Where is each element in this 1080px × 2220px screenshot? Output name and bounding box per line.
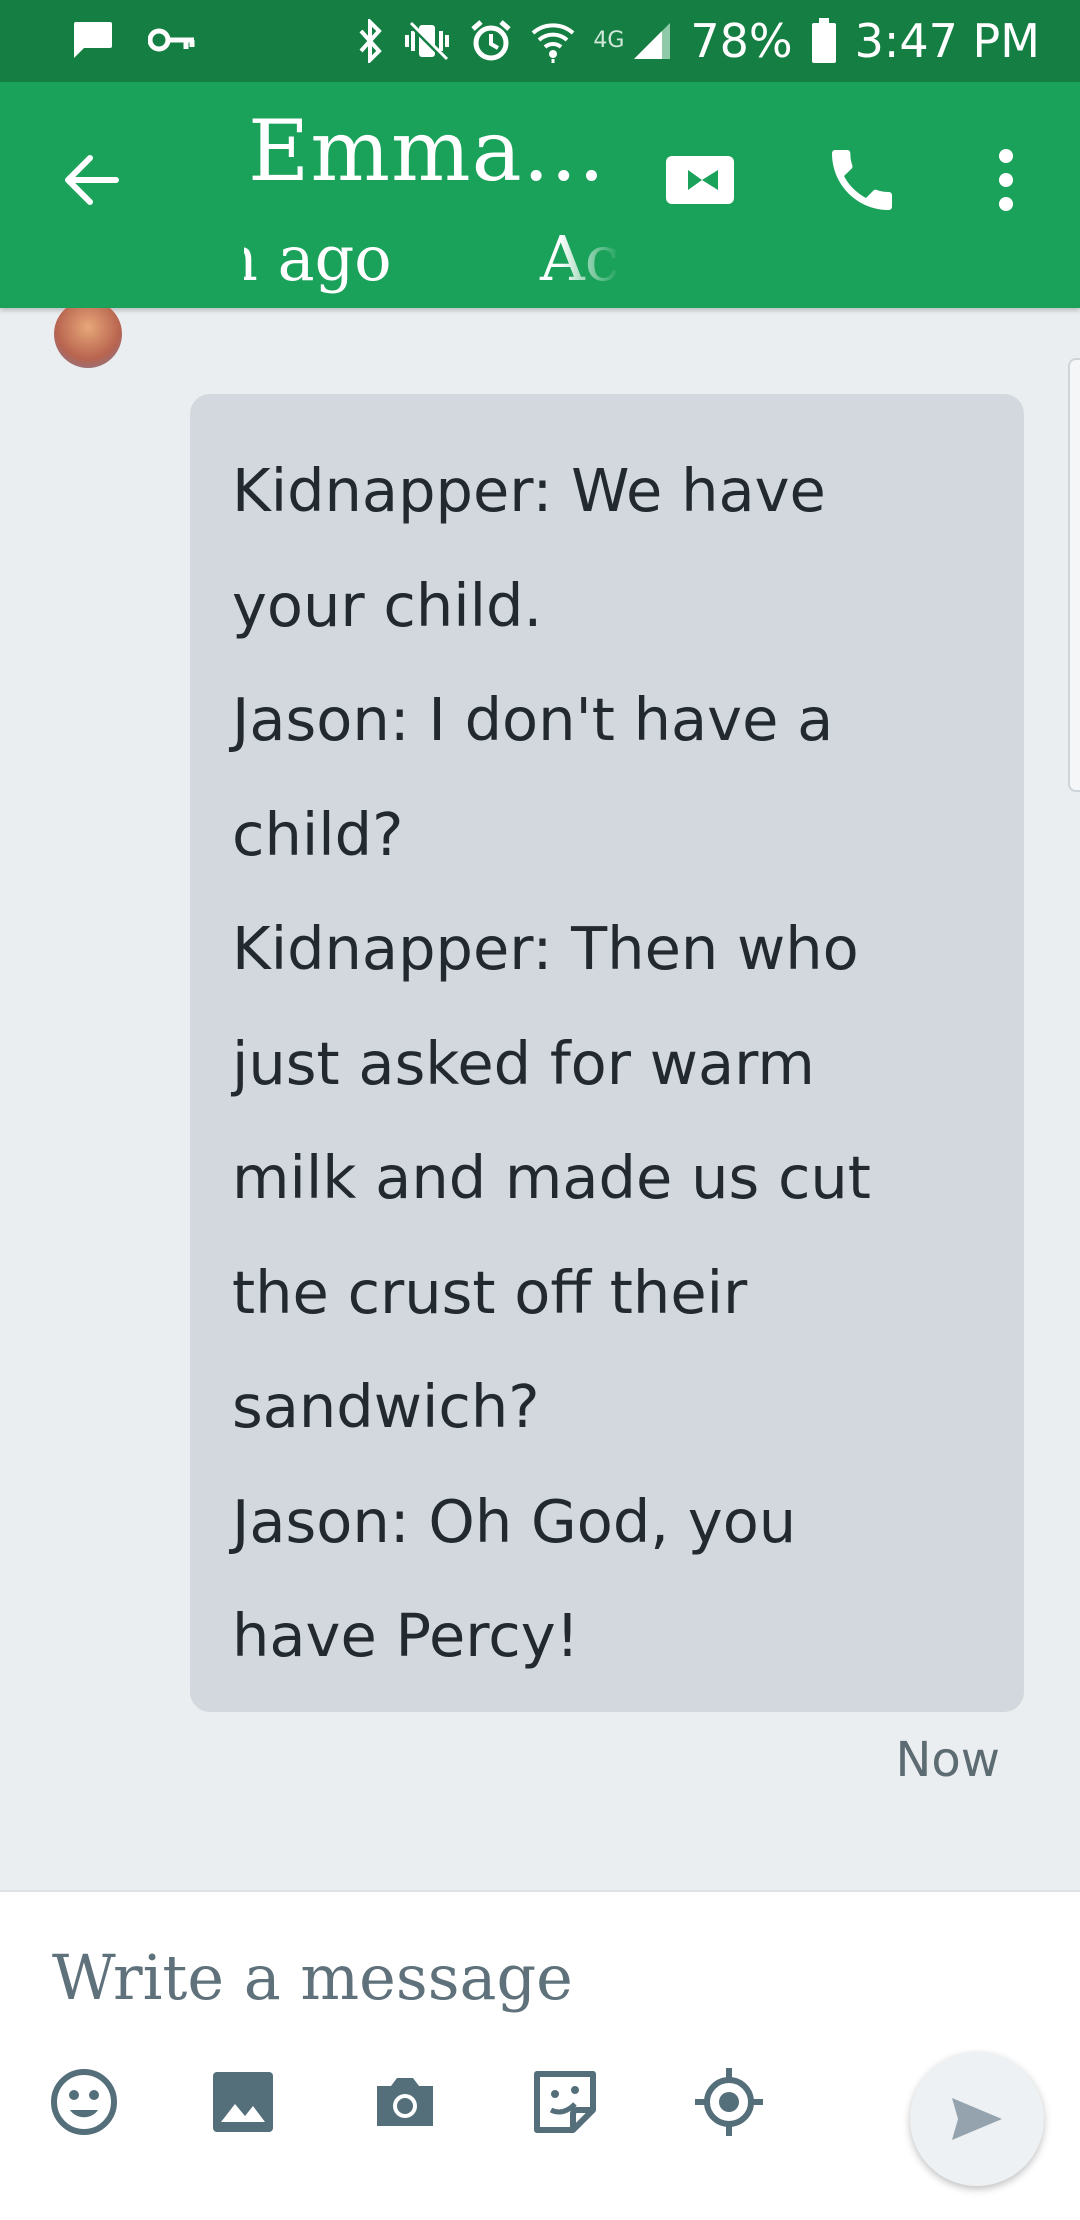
message-bubble[interactable]: Kidnapper: We have your child. Jason: I … [190,394,1024,1712]
emoji-icon [44,2062,124,2142]
status-bar: 4G 78% 3:47 PM [0,0,1080,82]
more-options-button[interactable] [982,140,1030,220]
conversation-title[interactable]: Emma... h ago Ac [244,102,620,302]
location-icon [689,2062,769,2142]
camera-icon [365,2062,445,2142]
phone-icon [822,150,902,224]
message-timestamp: Now [895,1732,1000,1788]
battery-icon [811,18,837,64]
image-button[interactable] [203,2062,283,2142]
back-button[interactable] [56,144,128,216]
back-arrow-icon [56,155,128,220]
bluetooth-icon [357,19,385,63]
send-button[interactable] [910,2052,1044,2186]
phone-call-button[interactable] [822,140,902,220]
location-button[interactable] [689,2062,769,2142]
video-call-button[interactable] [662,142,738,218]
contact-name: Emma... [248,102,606,200]
avatar-clip [0,308,200,368]
status-left [70,20,196,60]
message-text: Kidnapper: We have your child. Jason: I … [232,456,871,1670]
scrollbar[interactable] [1068,358,1080,792]
app-bar: Emma... h ago Ac [0,82,1080,308]
emoji-button[interactable] [44,2062,124,2142]
image-icon [203,2062,283,2142]
video-call-icon [662,156,738,222]
message-icon [70,20,114,60]
wifi-icon [531,19,575,63]
signal-icon [632,21,672,61]
network-type: 4G [593,28,625,53]
message-input[interactable] [52,1932,872,2022]
alarm-icon [469,19,513,63]
status-right: 4G 78% 3:47 PM [357,12,1040,70]
sticker-button[interactable] [525,2062,605,2142]
key-icon [148,25,196,55]
more-vert-icon [982,149,1030,224]
composer [0,1890,1080,2220]
camera-button[interactable] [365,2062,445,2142]
vibrate-icon [403,19,451,63]
sticker-icon [525,2062,605,2142]
last-seen-text: h ago [244,222,392,295]
battery-percent: 78% [690,14,793,68]
clock: 3:47 PM [854,14,1040,68]
marquee-fade [560,212,620,302]
avatar[interactable] [54,308,122,368]
messaging-screen: 4G 78% 3:47 PM Emma... h ago Ac [0,0,1080,2220]
